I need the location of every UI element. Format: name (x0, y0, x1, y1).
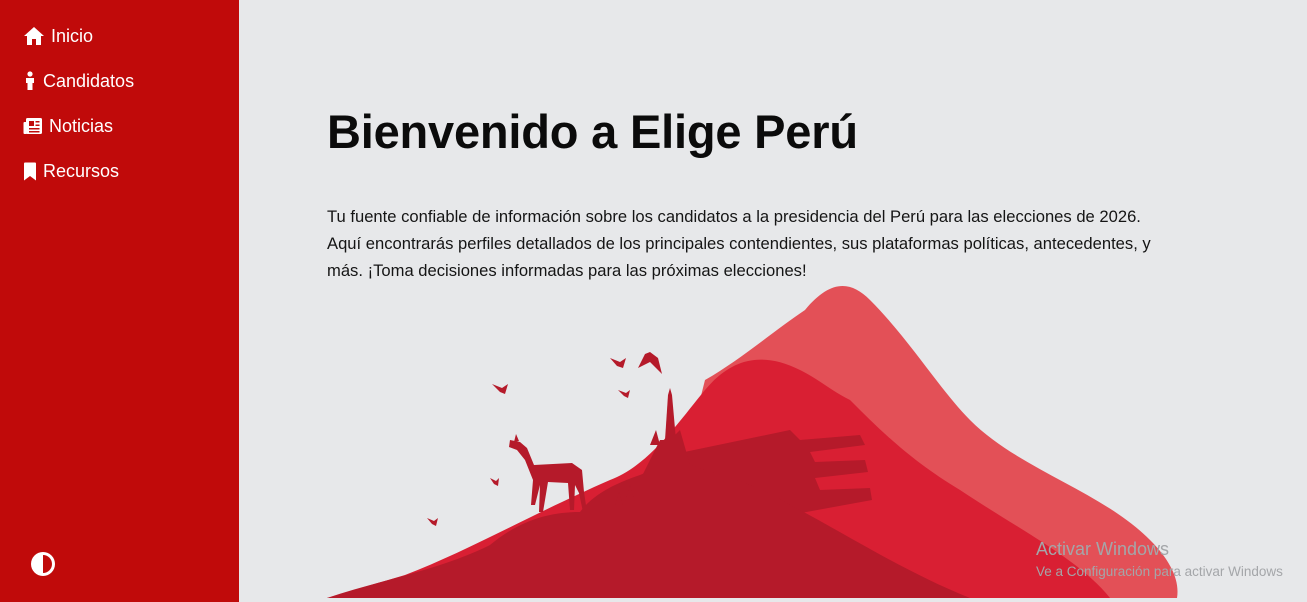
home-icon (24, 27, 44, 45)
sidebar-item-recursos[interactable]: Recursos (23, 158, 119, 184)
contrast-icon (31, 552, 55, 576)
windows-activation-title: Activar Windows (1036, 539, 1170, 559)
newspaper-icon (23, 118, 42, 134)
sidebar: Inicio Candidatos Noticias Recursos (0, 0, 239, 602)
page-title: Bienvenido a Elige Perú (327, 105, 858, 158)
sidebar-item-inicio[interactable]: Inicio (23, 23, 93, 49)
sidebar-item-label: Candidatos (43, 70, 135, 91)
theme-toggle-button[interactable] (29, 550, 57, 578)
sidebar-item-label: Noticias (49, 115, 114, 136)
person-icon (26, 71, 34, 90)
bookmark-icon (24, 162, 36, 180)
sidebar-item-candidatos[interactable]: Candidatos (23, 68, 134, 94)
intro-text: Tu fuente confiable de información sobre… (327, 207, 1151, 280)
sidebar-item-noticias[interactable]: Noticias (23, 113, 113, 139)
sidebar-item-label: Recursos (43, 160, 120, 181)
sidebar-item-label: Inicio (51, 25, 94, 46)
windows-activation-subtitle: Ve a Configuración para activar Windows (1036, 564, 1283, 579)
